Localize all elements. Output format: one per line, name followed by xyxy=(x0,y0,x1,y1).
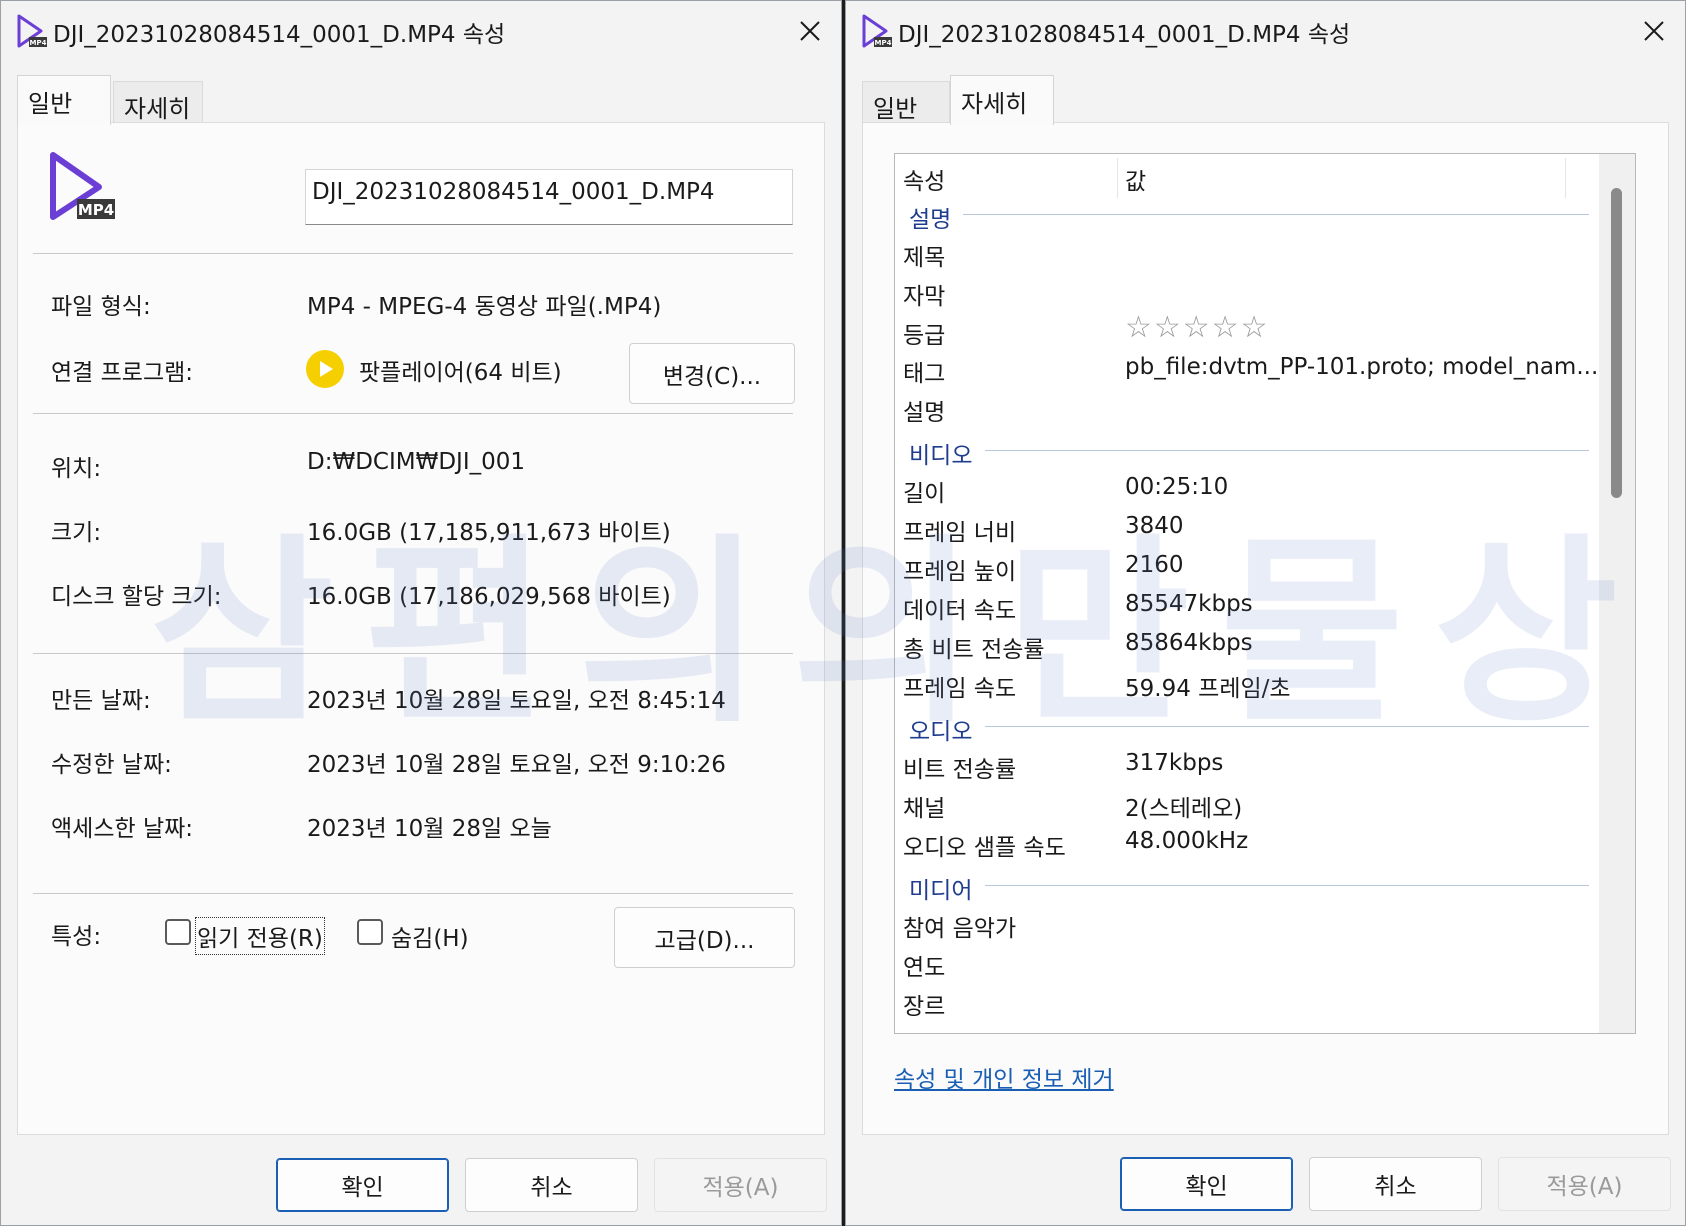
size-value: 16.0GB (17,185,911,673 바이트) xyxy=(307,520,671,546)
value-audio-bitrate[interactable]: 317kbps xyxy=(1125,750,1223,776)
value-channels[interactable]: 2(스테레오) xyxy=(1125,789,1242,823)
created-value: 2023년 10월 28일 토요일, 오전 8:45:14 xyxy=(307,688,726,714)
mp4-file-icon: MP4 xyxy=(862,14,892,48)
value-tags[interactable]: pb_file:dvtm_PP-101.proto; model_nam... xyxy=(1125,354,1598,380)
hidden-label[interactable]: 숨김(H) xyxy=(391,919,469,953)
column-divider[interactable] xyxy=(1565,158,1566,198)
ok-button[interactable]: 확인 xyxy=(1120,1157,1293,1211)
value-length[interactable]: 00:25:10 xyxy=(1125,474,1228,500)
separator xyxy=(33,253,793,254)
prop-frame-height[interactable]: 프레임 높이 xyxy=(903,552,1016,586)
window-title: DJI_20231028084514_0001_D.MP4 속성 xyxy=(898,22,1351,48)
readonly-checkbox[interactable] xyxy=(165,919,191,945)
close-icon xyxy=(800,21,820,41)
mp4-file-icon: MP4 xyxy=(17,14,47,48)
hidden-checkbox[interactable] xyxy=(357,919,383,945)
disk-size-value: 16.0GB (17,186,029,568 바이트) xyxy=(307,584,671,610)
group-separator xyxy=(985,885,1589,886)
prop-sample-rate[interactable]: 오디오 샘플 속도 xyxy=(903,828,1066,862)
potplayer-icon xyxy=(306,350,344,388)
prop-data-rate[interactable]: 데이터 속도 xyxy=(903,591,1016,625)
accessed-value: 2023년 10월 28일 오늘 xyxy=(307,816,552,842)
ok-button[interactable]: 확인 xyxy=(276,1158,449,1212)
change-program-button[interactable]: 변경(C)... xyxy=(629,343,795,404)
value-total-bitrate[interactable]: 85864kbps xyxy=(1125,630,1253,656)
value-frame-width[interactable]: 3840 xyxy=(1125,513,1184,539)
group-separator xyxy=(963,214,1589,215)
prop-rating[interactable]: 등급 xyxy=(903,316,945,350)
size-label: 크기: xyxy=(51,520,102,546)
separator xyxy=(33,653,793,654)
file-type-value: MP4 - MPEG-4 동영상 파일(.MP4) xyxy=(307,294,662,320)
prop-year[interactable]: 연도 xyxy=(903,948,945,982)
open-with-label: 연결 프로그램: xyxy=(51,360,194,386)
group-separator xyxy=(985,450,1589,451)
prop-genre[interactable]: 장르 xyxy=(903,987,945,1021)
cancel-button[interactable]: 취소 xyxy=(465,1158,638,1212)
mp4-large-icon: MP4 xyxy=(50,152,115,220)
general-panel xyxy=(17,122,825,1135)
created-label: 만든 날짜: xyxy=(51,688,151,714)
prop-audio-bitrate[interactable]: 비트 전송률 xyxy=(903,750,1016,784)
apply-button[interactable]: 적용(A) xyxy=(1498,1157,1671,1211)
prop-subtitle[interactable]: 자막 xyxy=(903,277,945,311)
accessed-label: 액세스한 날짜: xyxy=(51,816,194,842)
close-button[interactable] xyxy=(1623,1,1685,61)
svg-text:MP4: MP4 xyxy=(30,39,47,47)
svg-text:MP4: MP4 xyxy=(875,39,892,47)
readonly-label[interactable]: 읽기 전용(R) xyxy=(195,917,325,955)
prop-frame-width[interactable]: 프레임 너비 xyxy=(903,513,1016,547)
column-header-property[interactable]: 속성 xyxy=(903,162,945,196)
tab-general[interactable]: 일반 xyxy=(862,81,950,123)
scrollbar-thumb[interactable] xyxy=(1611,188,1622,498)
location-label: 위치: xyxy=(51,456,102,482)
column-divider[interactable] xyxy=(1117,158,1118,198)
tab-details[interactable]: 자세히 xyxy=(950,75,1054,125)
svg-text:MP4: MP4 xyxy=(78,201,114,219)
group-video[interactable]: 비디오 xyxy=(909,436,972,470)
prop-total-bitrate[interactable]: 총 비트 전송률 xyxy=(903,630,1045,664)
tab-details[interactable]: 자세히 xyxy=(113,81,203,123)
close-icon xyxy=(1644,21,1664,41)
prop-tags[interactable]: 태그 xyxy=(903,354,945,388)
separator xyxy=(33,413,793,414)
advanced-button[interactable]: 고급(D)... xyxy=(614,907,795,968)
window-title: DJI_20231028084514_0001_D.MP4 속성 xyxy=(53,22,506,48)
modified-value: 2023년 10월 28일 토요일, 오전 9:10:26 xyxy=(307,752,726,778)
value-data-rate[interactable]: 85547kbps xyxy=(1125,591,1253,617)
rating-stars[interactable]: ☆☆☆☆☆ xyxy=(1125,310,1269,345)
title-bar: MP4 DJI_20231028084514_0001_D.MP4 속성 xyxy=(846,1,1685,61)
cancel-button[interactable]: 취소 xyxy=(1309,1157,1482,1211)
location-value: D:₩DCIM₩DJI_001 xyxy=(307,449,526,475)
prop-comment[interactable]: 설명 xyxy=(903,393,945,427)
prop-length[interactable]: 길이 xyxy=(903,474,945,508)
group-separator xyxy=(985,726,1589,727)
disk-size-label: 디스크 할당 크기: xyxy=(51,584,222,610)
prop-channels[interactable]: 채널 xyxy=(903,789,945,823)
title-bar: MP4 DJI_20231028084514_0001_D.MP4 속성 xyxy=(1,1,841,61)
value-frame-height[interactable]: 2160 xyxy=(1125,552,1184,578)
prop-contributing-artist[interactable]: 참여 음악가 xyxy=(903,909,1016,943)
attributes-label: 특성: xyxy=(51,924,102,950)
tab-general[interactable]: 일반 xyxy=(17,75,111,125)
prop-frame-rate[interactable]: 프레임 속도 xyxy=(903,669,1016,703)
properties-list[interactable]: 속성 값 설명 제목 자막 등급 ☆☆☆☆☆ 태그 pb_file:dvtm_P… xyxy=(894,153,1636,1034)
separator xyxy=(33,893,793,894)
apply-button[interactable]: 적용(A) xyxy=(654,1158,827,1212)
file-type-label: 파일 형식: xyxy=(51,294,151,320)
open-with-value: 팟플레이어(64 비트) xyxy=(359,360,562,386)
group-media[interactable]: 미디어 xyxy=(909,871,972,905)
properties-dialog-general: MP4 DJI_20231028084514_0001_D.MP4 속성 일반 … xyxy=(0,0,842,1226)
group-description[interactable]: 설명 xyxy=(909,200,951,234)
prop-title[interactable]: 제목 xyxy=(903,238,945,272)
vertical-scrollbar[interactable] xyxy=(1599,154,1635,1033)
group-audio[interactable]: 오디오 xyxy=(909,712,972,746)
file-name-input[interactable]: DJI_20231028084514_0001_D.MP4 xyxy=(305,169,793,225)
modified-label: 수정한 날짜: xyxy=(51,752,172,778)
value-sample-rate[interactable]: 48.000kHz xyxy=(1125,828,1248,854)
column-header-value[interactable]: 값 xyxy=(1125,162,1146,196)
value-frame-rate[interactable]: 59.94 프레임/초 xyxy=(1125,669,1291,703)
close-button[interactable] xyxy=(779,1,841,61)
remove-properties-link[interactable]: 속성 및 개인 정보 제거 xyxy=(894,1060,1114,1094)
